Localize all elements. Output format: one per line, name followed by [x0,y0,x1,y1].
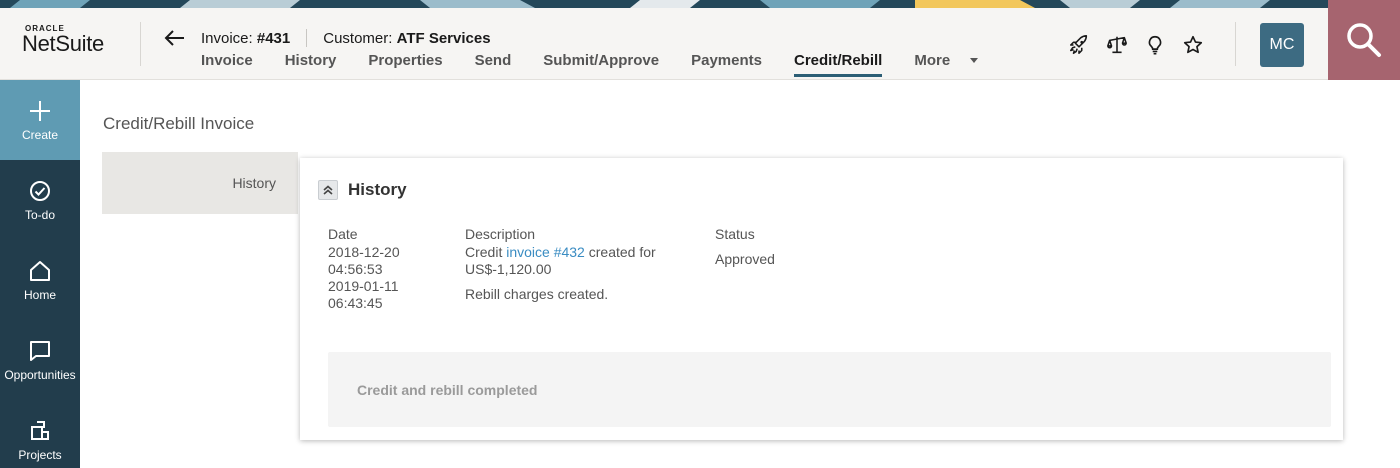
global-header: ORACLE NetSuite Invoice: #431 Customer: … [0,8,1328,80]
desc-suffix: created for [584,244,656,260]
tab-more[interactable]: More [914,52,979,77]
star-icon[interactable] [1182,34,1204,56]
history-credit-amount: US$-1,120.00 [465,261,552,277]
user-avatar[interactable]: MC [1260,23,1304,67]
home-icon [30,260,50,281]
header-divider-right [1235,22,1236,66]
history-time-1: 04:56:53 [328,261,383,277]
header-actions [1068,34,1204,56]
double-chevron-up-icon [323,185,333,195]
tab-submit-approve[interactable]: Submit/Approve [543,52,659,77]
status-column-header: Status [715,226,755,242]
nav-home[interactable]: Home [0,240,80,320]
plus-icon [30,100,50,121]
nav-opportunities-label: Opportunities [4,367,76,382]
nav-todo-label: To-do [24,207,56,222]
page-title: Credit/Rebill Invoice [103,114,255,133]
history-panel-header: History [318,180,407,200]
date-column: Date 2018-12-20 04:56:53 2019-01-11 06:4… [328,226,448,312]
nav-projects[interactable]: Projects [0,400,80,468]
search-icon [1347,23,1381,57]
nav-create[interactable]: Create [0,80,80,160]
nav-opportunities[interactable]: Opportunities [0,320,80,400]
record-tabs: Invoice History Properties Send Submit/A… [201,52,1010,77]
nav-todo[interactable]: To-do [0,160,80,240]
history-status: Approved [715,251,775,267]
caret-down-icon [970,58,979,63]
tab-credit-rebill[interactable]: Credit/Rebill [793,52,883,77]
tab-invoice[interactable]: Invoice [201,52,253,77]
scales-icon[interactable] [1106,34,1128,56]
history-rebill-description: Rebill charges created. [465,286,609,302]
history-time-2: 06:43:45 [328,295,383,311]
left-navigation: Create To-do Home Opportunities Projects [0,80,80,468]
record-title: Invoice: #431 Customer: ATF Services [201,29,491,47]
header-decorative-stripe [0,0,1328,8]
tab-properties[interactable]: Properties [368,52,442,77]
completed-message: Credit and rebill completed [328,352,1331,427]
nav-home-label: Home [23,287,56,302]
global-search-button[interactable] [1328,0,1400,80]
history-credit-description: Credit invoice #432 created for [465,244,685,261]
history-title: History [348,180,407,199]
desc-prefix: Credit [465,244,507,260]
history-panel: History Date 2018-12-20 04:56:53 2019-01… [300,158,1343,440]
projects-icon [31,420,49,440]
date-column-header: Date [328,226,358,242]
description-column-header: Description [465,226,536,242]
history-date-1: 2018-12-20 [328,244,400,260]
header-divider [140,22,141,66]
rocket-icon[interactable] [1068,34,1090,56]
tab-history[interactable]: History [285,52,337,77]
record-type-label: Invoice: [201,29,253,47]
netsuite-logo[interactable]: ORACLE NetSuite [22,24,120,55]
history-date-2: 2019-01-11 [328,278,399,294]
tab-more-label: More [914,52,951,69]
customer-label: Customer: [323,29,393,47]
collapse-button[interactable] [318,180,338,200]
tab-payments[interactable]: Payments [691,52,762,77]
nav-projects-label: Projects [18,447,62,462]
customer-name: ATF Services [396,29,491,47]
credit-invoice-link[interactable]: invoice #432 [506,244,585,260]
description-column: Description Credit invoice #432 created … [465,226,685,303]
netsuite-wordmark: NetSuite [22,31,104,56]
chat-bubble-icon [30,340,50,361]
lightbulb-icon[interactable] [1144,34,1166,56]
back-arrow-icon[interactable] [163,26,187,50]
check-circle-icon [30,180,50,201]
nav-create-label: Create [21,127,59,142]
status-column: Status Approved [715,226,835,268]
tab-send[interactable]: Send [475,52,512,77]
record-number: #431 [256,29,291,47]
side-tab-history[interactable]: History [102,152,298,214]
record-title-separator [306,29,308,47]
